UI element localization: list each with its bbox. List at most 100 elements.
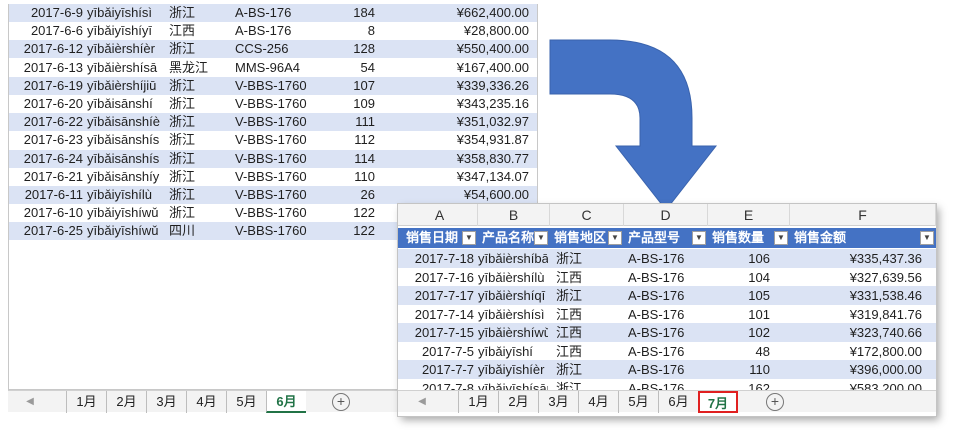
amount-cell: ¥335,437.36 [849,251,922,266]
model-cell: A-BS-176 [628,343,685,359]
date-cell: 2017-6-11 [24,187,83,202]
product-name-cell: yībǎiyīshíwǔ [87,223,159,239]
date-cell: 2017-6-21 [23,168,83,184]
plus-circle-icon[interactable]: + [332,393,350,411]
date-cell: 2017-7-18 [414,251,474,266]
product-name-cell: yībǎisānshís [87,132,160,148]
date-cell: 2017-7-15 [414,325,474,340]
model-cell: V-BBS-1760 [235,132,307,148]
amount-cell: ¥28,800.00 [463,23,529,39]
region-cell: 浙江 [169,132,196,148]
amount-cell: ¥396,000.00 [849,362,922,377]
header-cell-6: 销售金额 [794,230,847,245]
product-name-cell: yībǎisānshís [87,150,160,166]
column-letter-d[interactable]: D [624,204,708,226]
amount-cell: ¥662,400.00 [456,5,529,20]
date-cell: 2017-6-23 [23,132,83,148]
model-cell: V-BBS-1760 [235,223,307,239]
region-cell: 江西 [556,306,583,322]
sheet-tab-1[interactable]: 1月 [458,391,498,413]
product-name-cell: yībǎiyīshílù [87,187,153,202]
date-cell: 2017-6-19 [23,77,83,93]
column-letter-b[interactable]: B [478,204,550,226]
table-row: 2017-6-19 yībǎièrshíjiū 浙江 V-BBS-1760 107 ¥33… [9,76,537,95]
sheet-tab-4[interactable]: 4月 [578,391,618,413]
model-cell: V-BBS-1760 [235,114,307,130]
sheet-tab-5[interactable]: 5月 [226,391,266,413]
sheet-tab-5[interactable]: 5月 [618,391,658,413]
amount-cell: ¥172,800.00 [849,343,922,359]
model-cell: V-BBS-1760 [235,205,307,221]
amount-cell: ¥331,538.46 [849,288,922,303]
header-cell-4: 产品型号 [628,230,681,245]
region-cell: 浙江 [169,205,196,221]
region-cell: 浙江 [169,77,196,93]
caret-down-icon[interactable]: ▼ [462,231,476,245]
date-cell: 2017-7-17 [414,288,474,303]
date-cell: 2017-6-12 [23,41,83,57]
scroll-left-icon[interactable]: ◀ [20,391,40,413]
product-name-cell: yībǎisānshí [87,96,153,111]
region-cell: 浙江 [169,5,196,20]
front-sheet: ABCDEF 销售日期 ▼ 产品名称 ▼ 销售地区 ▼ 产品型号 ▼ 销售数量 ▼ 销售金额 ▼ 20… [398,204,936,416]
table-row: 2017-7-14 yībǎièrshísì 江西 A-BS-176 101 ¥319,8… [398,305,936,324]
column-letter-e[interactable]: E [708,204,790,226]
amount-cell: ¥343,235.16 [456,96,529,111]
product-name-cell: yībǎièrshíqī [478,288,546,303]
table-row: 2017-7-17 yībǎièrshíqī 浙江 A-BS-176 105 ¥331,5… [398,286,936,305]
model-cell: A-BS-176 [628,251,685,266]
date-cell: 2017-6-13 [23,59,83,75]
product-name-cell: yībǎisānshíy [87,168,160,184]
date-cell: 2017-6-24 [23,150,83,166]
sheet-tab-6[interactable]: 6月 [266,391,306,413]
model-cell: A-BS-176 [628,362,685,377]
table-row: 2017-7-7 yībǎiyīshíèr 浙江 A-BS-176 110 ¥396,00… [398,360,936,379]
header-cell-3: 销售地区 [554,230,607,245]
model-cell: A-BS-176 [628,288,685,303]
plus-circle-icon[interactable]: + [766,393,784,411]
column-letter-f[interactable]: F [790,204,936,226]
quantity-cell: 102 [748,325,770,340]
product-name-cell: yībǎièrshíjiū [87,77,157,93]
caret-down-icon[interactable]: ▼ [692,231,706,245]
product-name-cell: yībǎièrshísā [87,59,158,75]
quantity-cell: 122 [353,223,375,239]
sheet-tab-3[interactable]: 3月 [146,391,186,413]
sheet-tab-3[interactable]: 3月 [538,391,578,413]
model-cell: MMS-96A4 [235,59,301,75]
table-row: 2017-6-23 yībǎisānshís 浙江 V-BBS-1760 112 ¥354… [9,131,537,150]
table-row: 2017-7-15 yībǎièrshíwǔ 江西 A-BS-176 102 ¥323,7… [398,323,936,342]
date-cell: 2017-7-14 [414,306,474,322]
front-tabbar: ◀ 1月 2月 3月 4月 5月 6月 7月 + [398,390,936,413]
sheet-tab-1[interactable]: 1月 [66,391,106,413]
amount-cell: ¥358,830.77 [456,150,529,166]
quantity-cell: 111 [355,114,375,130]
scroll-left-icon[interactable]: ◀ [412,391,432,413]
sheet-tab-6[interactable]: 6月 [658,391,698,413]
model-cell: V-BBS-1760 [235,77,307,93]
caret-down-icon[interactable]: ▼ [534,231,548,245]
amount-cell: ¥550,400.00 [456,41,529,57]
table-row: 2017-7-16 yībǎièrshílù 江西 A-BS-176 104 ¥327,6… [398,268,936,287]
sheet-tab-4[interactable]: 4月 [186,391,226,413]
date-cell: 2017-7-16 [414,269,474,285]
model-cell: A-BS-176 [235,5,292,20]
product-name-cell: yībǎiyīshíyī [87,23,153,39]
quantity-cell: 8 [367,23,375,39]
caret-down-icon[interactable]: ▼ [608,231,622,245]
sheet-tab-2[interactable]: 2月 [498,391,538,413]
region-cell: 黑龙江 [169,59,209,75]
amount-cell: ¥351,032.97 [456,114,529,130]
caret-down-icon[interactable]: ▼ [774,231,788,245]
region-cell: 江西 [556,269,583,285]
caret-down-icon[interactable]: ▼ [920,231,934,245]
product-name-cell: yībǎiyīshíwǔ [87,205,159,221]
region-cell: 浙江 [169,96,196,111]
column-letter-c[interactable]: C [550,204,624,226]
table-row: 2017-6-21 yībǎisānshíy 浙江 V-BBS-1760 110 ¥347… [9,167,537,186]
column-letter-a[interactable]: A [402,204,478,226]
amount-cell: ¥327,639.56 [849,269,922,285]
product-name-cell: yībǎiyīshí [478,343,533,359]
sheet-tab-7[interactable]: 7月 [698,391,738,413]
sheet-tab-2[interactable]: 2月 [106,391,146,413]
